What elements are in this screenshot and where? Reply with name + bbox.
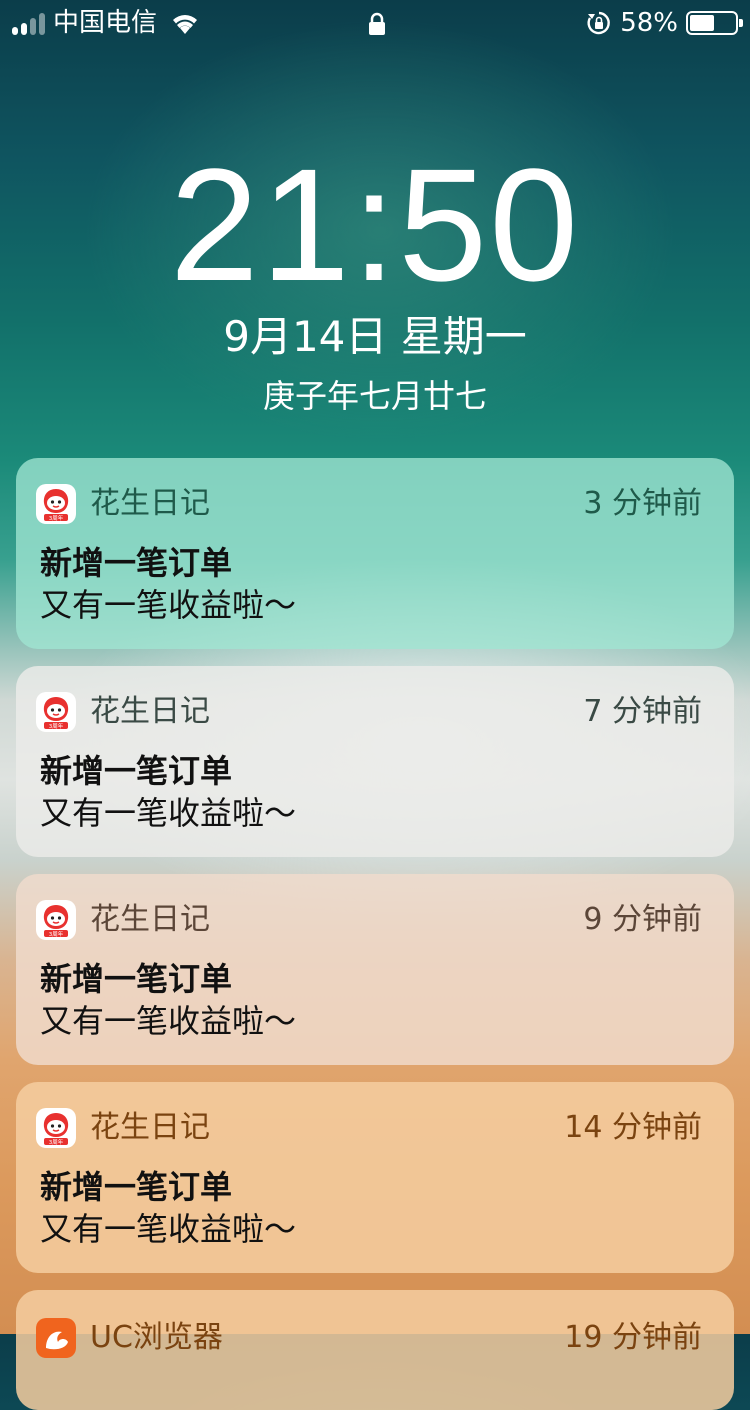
battery-percentage: 58%: [620, 8, 678, 38]
svg-text:3周年: 3周年: [49, 722, 64, 730]
wifi-icon: [173, 15, 198, 34]
notification-title: 新增一笔订单: [40, 752, 233, 790]
lock-screen-time: 21:50: [169, 135, 581, 314]
notification-time: 14 分钟前: [564, 1110, 702, 1145]
signal-strength-icon: [12, 11, 45, 35]
notification-title: 新增一笔订单: [40, 544, 233, 582]
notification-body: 又有一笔收益啦～: [40, 586, 297, 624]
peanut-diary-icon: 3周年: [36, 484, 76, 524]
notification-card[interactable]: UC浏览器 19 分钟前: [16, 1290, 734, 1410]
notification-body: 又有一笔收益啦～: [40, 1002, 297, 1040]
notification-card[interactable]: 3周年 花生日记 14 分钟前 新增一笔订单 又有一笔收益啦～: [16, 1082, 734, 1273]
carrier-name: 中国电信: [53, 8, 158, 38]
lock-icon: [369, 12, 385, 35]
status-left: 中国电信: [12, 8, 201, 38]
status-right: 58%: [586, 8, 743, 38]
lock-screen-date: 9月14日 星期一: [223, 312, 527, 361]
notification-app-name: 花生日记: [90, 902, 210, 937]
svg-text:3周年: 3周年: [49, 1138, 64, 1146]
notification-title: 新增一笔订单: [40, 1168, 233, 1206]
notification-body: 又有一笔收益啦～: [40, 1210, 297, 1248]
uc-browser-icon: [36, 1318, 76, 1358]
notification-app-name: 花生日记: [90, 694, 210, 729]
notification-app-name: UC浏览器: [90, 1320, 223, 1355]
lunar-date: 庚子年七月廿七: [262, 377, 487, 415]
battery-icon: [686, 11, 743, 35]
peanut-diary-icon: 3周年: [36, 692, 76, 732]
notification-time: 3 分钟前: [583, 486, 702, 521]
notification-time: 7 分钟前: [583, 694, 702, 729]
notification-card[interactable]: 3周年 花生日记 7 分钟前 新增一笔订单 又有一笔收益啦～: [16, 666, 734, 857]
svg-text:3周年: 3周年: [49, 930, 64, 938]
rotation-lock-icon: [587, 11, 611, 35]
notification-app-name: 花生日记: [90, 1110, 210, 1145]
notification-title: 新增一笔订单: [40, 960, 233, 998]
svg-text:3周年: 3周年: [49, 514, 64, 522]
notification-app-name: 花生日记: [90, 486, 210, 521]
status-bar: 中国电信 58%: [0, 0, 750, 48]
notification-card[interactable]: 3周年 花生日记 3 分钟前 新增一笔订单 又有一笔收益啦～: [16, 458, 734, 649]
notification-body: 又有一笔收益啦～: [40, 794, 297, 832]
notification-card[interactable]: 3周年 花生日记 9 分钟前 新增一笔订单 又有一笔收益啦～: [16, 874, 734, 1065]
peanut-diary-icon: 3周年: [36, 1108, 76, 1148]
notification-time: 19 分钟前: [564, 1320, 702, 1355]
notification-time: 9 分钟前: [583, 902, 702, 937]
peanut-diary-icon: 3周年: [36, 900, 76, 940]
